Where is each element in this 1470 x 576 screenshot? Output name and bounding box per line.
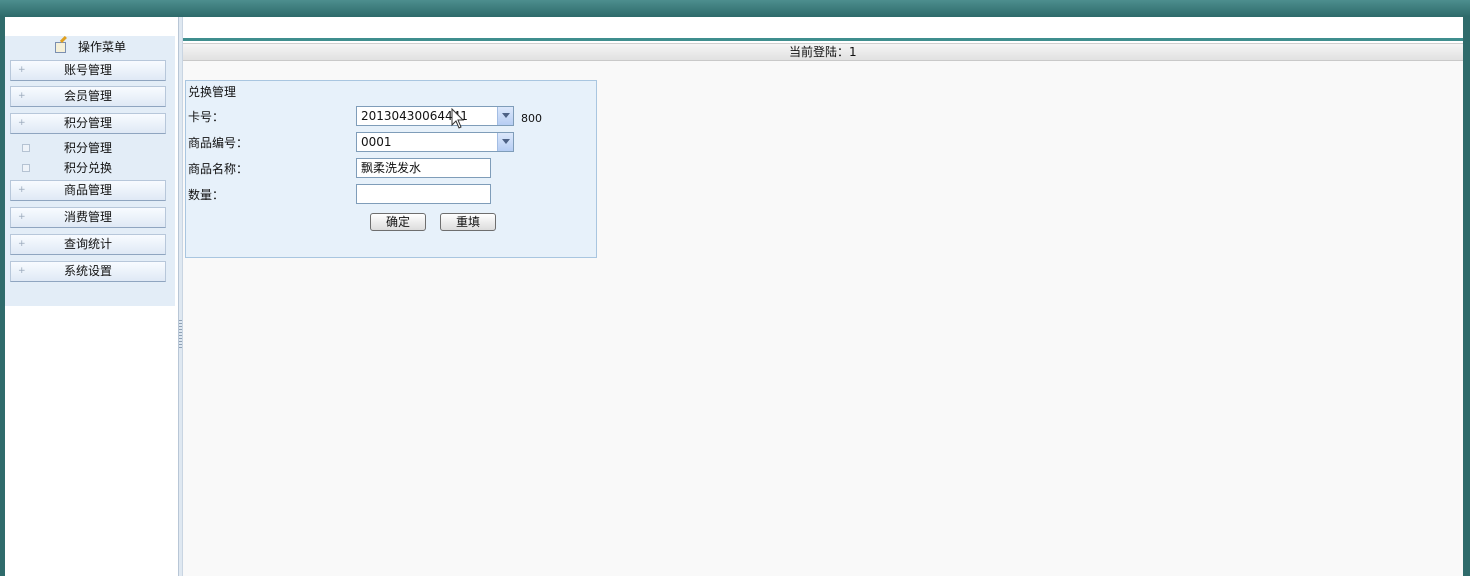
confirm-button[interactable]: 确定 [370, 213, 426, 231]
sidebar-item-account[interactable]: + 账号管理 [10, 60, 166, 81]
tree-node-icon [22, 164, 30, 172]
quantity-label: 数量： [188, 188, 225, 202]
plus-icon: + [18, 91, 26, 101]
plus-icon: + [18, 212, 26, 222]
sidebar-item-statistics[interactable]: + 查询统计 [10, 234, 166, 255]
sidebar-item-label: 商品管理 [63, 183, 112, 197]
product-code-select[interactable]: 0001 [356, 132, 514, 152]
reset-button[interactable]: 重填 [440, 213, 496, 231]
menu-title: 操作菜单 [5, 38, 175, 56]
window-top-bar [0, 0, 1470, 17]
sidebar: 操作菜单 + 账号管理 + 会员管理 + 积分管理 积分管理 积分兑换 + 商品… [5, 17, 178, 576]
sidebar-subitem-label: 积分管理 [63, 141, 112, 155]
card-select[interactable]: 20130430064441 [356, 106, 514, 126]
plus-icon: + [18, 118, 26, 128]
product-name-field[interactable]: 飘柔洗发水 [356, 158, 491, 178]
chevron-down-icon[interactable] [497, 107, 513, 125]
product-name-value: 飘柔洗发水 [361, 161, 422, 175]
login-status-text: 当前登陆：1 [789, 45, 857, 59]
sidebar-item-label: 查询统计 [63, 237, 112, 251]
sidebar-item-label: 账号管理 [63, 63, 112, 77]
tree-node-icon [22, 144, 30, 152]
chevron-down-icon[interactable] [497, 133, 513, 151]
card-points: 800 [521, 112, 542, 125]
plus-icon: + [18, 65, 26, 75]
sidebar-item-settings[interactable]: + 系统设置 [10, 261, 166, 282]
frame-right [1463, 17, 1470, 576]
plus-icon: + [18, 266, 26, 276]
header-divider [183, 38, 1463, 41]
product-code-label: 商品编号： [188, 136, 249, 150]
sidebar-item-points[interactable]: + 积分管理 [10, 113, 166, 134]
sidebar-subitem-points-exchange[interactable]: 积分兑换 [10, 159, 166, 177]
plus-icon: + [18, 185, 26, 195]
sidebar-subitem-points-manage[interactable]: 积分管理 [10, 139, 166, 157]
content-area: 当前登陆：1 兑换管理 卡号： 20130430064441 800 商品编号：… [183, 17, 1463, 576]
form-title: 兑换管理 [188, 85, 237, 99]
plus-icon: + [18, 239, 26, 249]
sidebar-item-label: 积分管理 [63, 116, 112, 130]
sidebar-item-label: 消费管理 [63, 210, 112, 224]
sidebar-item-label: 会员管理 [63, 89, 112, 103]
main-panel: 兑换管理 卡号： 20130430064441 800 商品编号： 0001 商… [183, 61, 1463, 576]
login-status-bar: 当前登陆：1 [183, 43, 1463, 61]
sidebar-item-product[interactable]: + 商品管理 [10, 180, 166, 201]
menu-title-label: 操作菜单 [77, 40, 126, 54]
sidebar-menu-panel: 操作菜单 + 账号管理 + 会员管理 + 积分管理 积分管理 积分兑换 + 商品… [5, 36, 175, 306]
product-name-label: 商品名称： [188, 162, 249, 176]
pencil-note-icon [54, 40, 70, 53]
mouse-cursor-icon [451, 108, 465, 129]
exchange-form: 兑换管理 卡号： 20130430064441 800 商品编号： 0001 商… [185, 80, 597, 258]
card-label: 卡号： [188, 110, 225, 124]
quantity-field[interactable] [356, 184, 491, 204]
product-code-value: 0001 [361, 135, 392, 149]
sidebar-item-label: 系统设置 [63, 264, 112, 278]
sidebar-item-member[interactable]: + 会员管理 [10, 86, 166, 107]
sidebar-subitem-label: 积分兑换 [63, 161, 112, 175]
sidebar-item-consumption[interactable]: + 消费管理 [10, 207, 166, 228]
splitter-grip[interactable] [179, 320, 182, 350]
